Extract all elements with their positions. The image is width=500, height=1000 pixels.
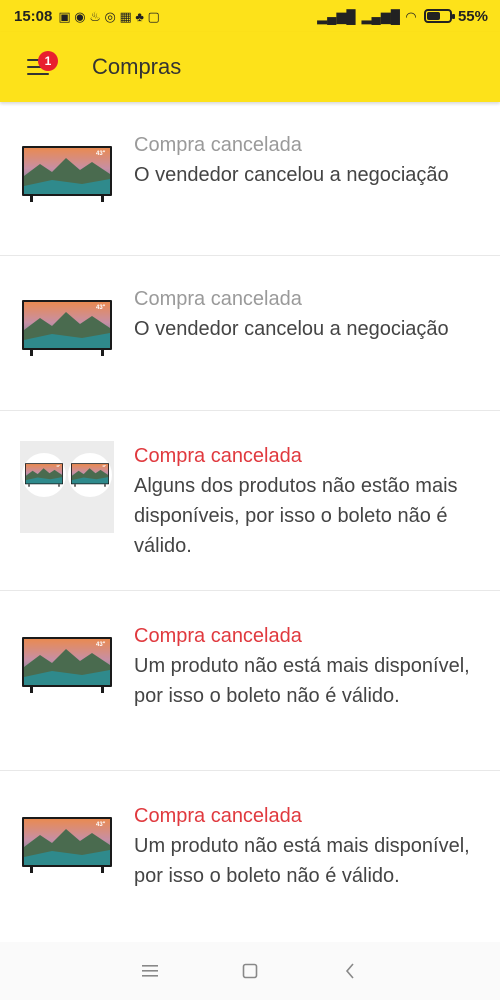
product-thumbnail: [20, 284, 114, 356]
purchase-text: Compra cancelada Um produto não está mai…: [134, 801, 500, 891]
tv-icon: [22, 146, 112, 202]
purchase-text: Compra cancelada Alguns dos produtos não…: [134, 441, 500, 561]
purchase-description: Um produto não está mais disponível, por…: [134, 655, 470, 707]
purchase-item[interactable]: Compra cancelada Alguns dos produtos não…: [0, 411, 500, 591]
purchase-status: Compra cancelada: [134, 805, 302, 827]
purchase-text: Compra cancelada O vendedor cancelou a n…: [134, 284, 469, 344]
clock: 15:08: [14, 7, 53, 25]
app-toolbar: 1 Compras: [0, 32, 500, 102]
purchase-status: Compra cancelada: [134, 288, 302, 310]
system-nav-bar: [0, 942, 500, 1000]
status-bar: 15:08 ▣ ◉ ♨ ◎ ▦ ♣ ▢ ▂▄▆█ ▂▄▆█ ◠ 55%: [0, 0, 500, 32]
battery-icon: [423, 9, 455, 23]
purchase-item[interactable]: Compra cancelada Um produto não está mai…: [0, 591, 500, 771]
purchase-text: Compra cancelada O vendedor cancelou a n…: [134, 130, 469, 190]
product-thumbnail: [20, 441, 114, 533]
page-title: Compras: [92, 54, 182, 79]
purchase-item[interactable]: Compra cancelada O vendedor cancelou a n…: [0, 102, 500, 256]
purchase-status: Compra cancelada: [134, 625, 302, 647]
purchase-status: Compra cancelada: [134, 134, 302, 156]
product-thumbnail: [20, 130, 114, 202]
wifi-icon: ◠: [405, 8, 416, 24]
purchase-status: Compra cancelada: [134, 445, 302, 467]
signal-icon: ▂▄▆█: [317, 8, 356, 24]
product-circle: [22, 453, 66, 497]
menu-lines-icon: [142, 965, 158, 977]
purchase-text: Compra cancelada Um produto não está mai…: [134, 621, 500, 711]
notification-icons: ▣ ◉ ♨ ◎ ▦ ♣ ▢: [58, 8, 160, 24]
recent-apps-button[interactable]: [130, 951, 170, 991]
chevron-left-icon: [345, 963, 354, 979]
product-circle: [68, 453, 112, 497]
back-button[interactable]: [330, 951, 370, 991]
purchase-description: Um produto não está mais disponível, por…: [134, 835, 470, 887]
product-thumbnail: [20, 801, 114, 873]
purchase-description: Alguns dos produtos não estão mais dispo…: [134, 475, 458, 557]
menu-button[interactable]: 1: [18, 47, 58, 87]
home-button[interactable]: [230, 951, 270, 991]
tv-icon: [71, 463, 109, 487]
purchase-description: O vendedor cancelou a negociação: [134, 318, 449, 340]
product-thumbnail: [20, 621, 114, 693]
purchase-item[interactable]: Compra cancelada Um produto não está mai…: [0, 771, 500, 941]
purchase-item[interactable]: Compra cancelada O vendedor cancelou a n…: [0, 256, 500, 411]
tv-icon: [22, 817, 112, 873]
status-bar-left: 15:08 ▣ ◉ ♨ ◎ ▦ ♣ ▢: [14, 8, 160, 25]
notification-badge: 1: [38, 51, 58, 71]
purchase-description: O vendedor cancelou a negociação: [134, 164, 449, 186]
purchase-list: Compra cancelada O vendedor cancelou a n…: [0, 102, 500, 941]
tv-icon: [22, 637, 112, 693]
multi-product-thumbnail: [20, 441, 114, 533]
signal-icon-2: ▂▄▆█: [361, 8, 400, 24]
status-bar-right: ▂▄▆█ ▂▄▆█ ◠ 55%: [317, 8, 488, 25]
battery-percent: 55%: [457, 7, 488, 25]
tv-icon: [25, 463, 63, 487]
square-icon: [242, 963, 258, 979]
tv-icon: [22, 300, 112, 356]
